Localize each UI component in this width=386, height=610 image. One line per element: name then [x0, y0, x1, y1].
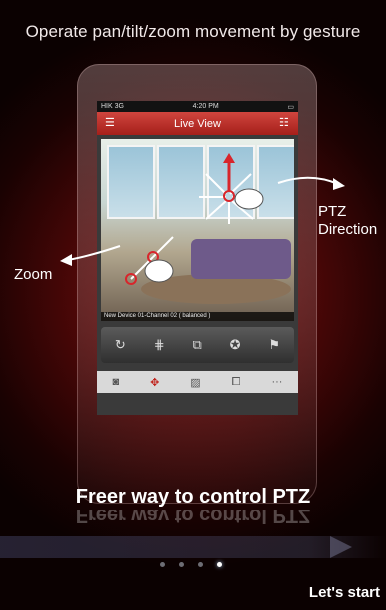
- page-title: Operate pan/tilt/zoom movement by gestur…: [25, 22, 361, 41]
- swipe-arrow-band: [0, 536, 386, 558]
- live-video[interactable]: New Device 01-Channel 02 ( balanced ): [101, 139, 294, 321]
- page-dot[interactable]: [160, 562, 165, 567]
- page-indicator: [160, 562, 222, 567]
- aperture-icon[interactable]: ✪: [230, 337, 241, 353]
- video-caption: New Device 01-Channel 02 ( balanced ): [101, 312, 294, 321]
- list-icon[interactable]: ☷: [279, 118, 290, 129]
- control-bar: ↻ ⋕ ⧉ ✪ ⚑: [101, 327, 294, 363]
- record-icon[interactable]: ⧠: [232, 376, 241, 389]
- nav-title: Live View: [174, 117, 221, 130]
- zoom-label: Zoom: [14, 266, 53, 283]
- lets-start-button[interactable]: Let's start: [309, 584, 380, 601]
- bottom-toolbar: ◙ ✥ ▨ ⧠ ···: [97, 371, 298, 393]
- image-icon[interactable]: ▨: [190, 376, 200, 389]
- hamburger-icon[interactable]: ☰: [105, 118, 116, 129]
- page-dot[interactable]: [179, 562, 184, 567]
- flag-icon[interactable]: ⚑: [268, 337, 280, 353]
- arrow-right-icon: [330, 536, 352, 558]
- headline: Freer way to control PTZ: [75, 486, 311, 508]
- gesture-overlay: [125, 153, 264, 285]
- refresh-icon[interactable]: ↻: [115, 337, 126, 353]
- ptz-direction-label: PTZ Direction: [318, 203, 377, 239]
- status-bar: HIK 3G 4:20 PM ▭: [97, 101, 298, 112]
- phone-screen: HIK 3G 4:20 PM ▭ ☰ Live View ☷ New Devic…: [97, 101, 298, 415]
- camera-icon[interactable]: ◙: [112, 376, 119, 388]
- page-dot[interactable]: [198, 562, 203, 567]
- grid-icon[interactable]: ⋕: [154, 337, 165, 353]
- nav-bar: ☰ Live View ☷: [97, 112, 298, 135]
- ptz-label-line2: Direction: [318, 221, 378, 238]
- page-dot-active[interactable]: [217, 562, 222, 567]
- ptz-label-line1: PTZ: [318, 203, 347, 220]
- carrier-label: HIK 3G: [101, 103, 124, 110]
- windows-icon[interactable]: ⧉: [192, 337, 201, 353]
- ptz-icon[interactable]: ✥: [150, 376, 159, 389]
- more-icon[interactable]: ···: [271, 376, 282, 388]
- headline-reflection: Freer way to control PTZ: [75, 510, 311, 526]
- time-label: 4:20 PM: [192, 103, 219, 110]
- battery-icon: ▭: [287, 103, 294, 111]
